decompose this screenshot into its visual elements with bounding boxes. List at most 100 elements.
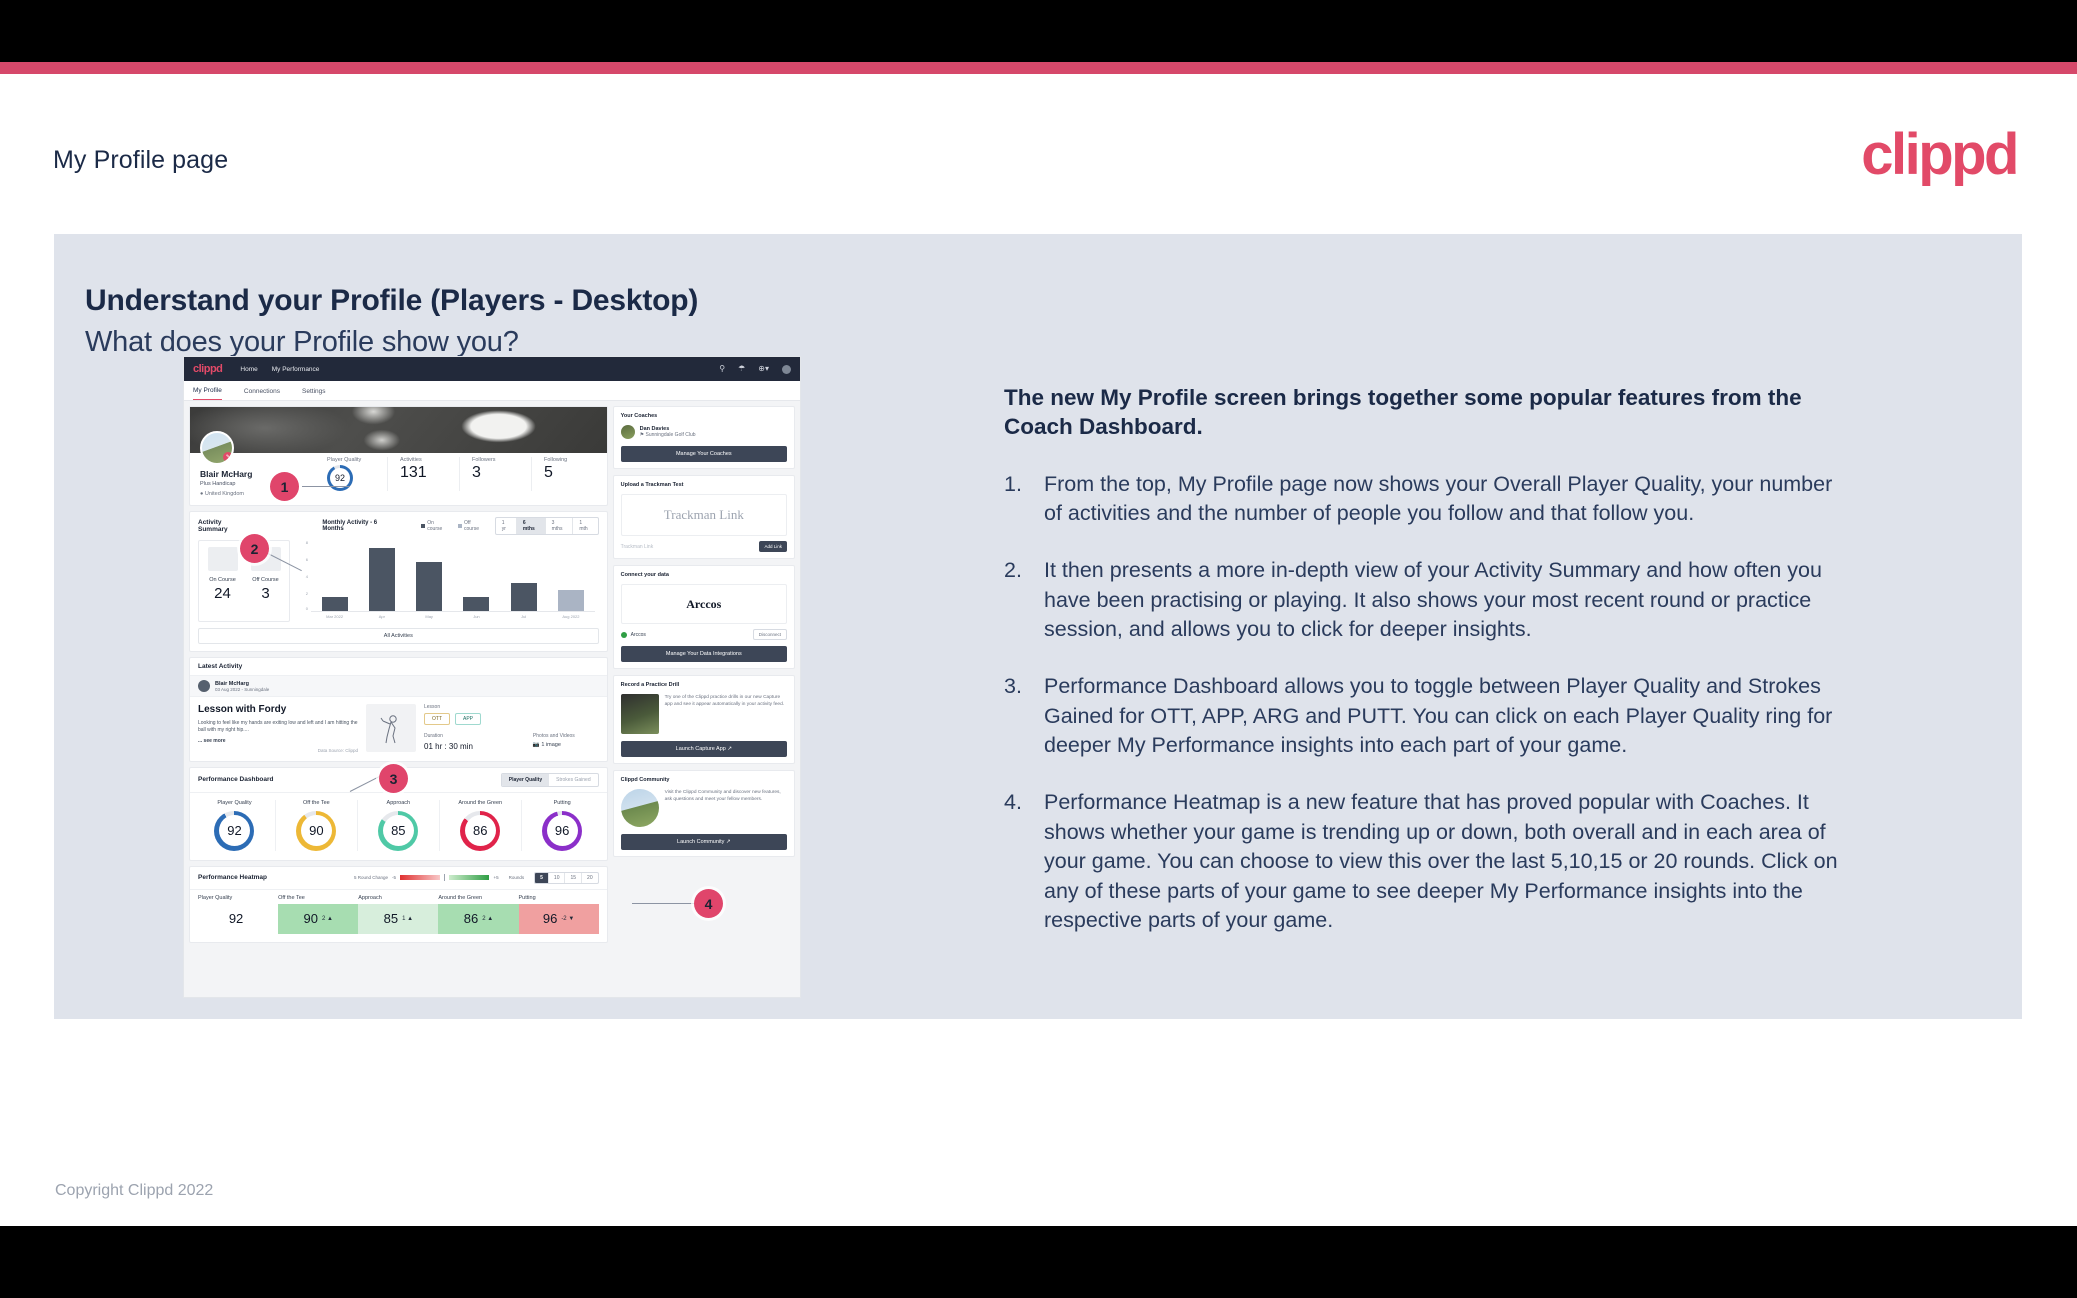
performance-rings: Player Quality 92 Off the Tee 90 Approac… bbox=[190, 793, 607, 860]
x-tick: Mar 2022 bbox=[326, 614, 344, 619]
ring-label: Off the Tee bbox=[303, 799, 330, 806]
activity-meta-row: Duration 01 hr : 30 min Photos and Video… bbox=[424, 733, 599, 751]
ring-label: Around the Green bbox=[458, 799, 503, 806]
ring-around-the-green[interactable]: Around the Green 86 bbox=[438, 799, 521, 851]
launch-capture-app-button[interactable]: Launch Capture App ↗ bbox=[620, 741, 787, 757]
community-icon[interactable]: ☂ bbox=[738, 365, 745, 373]
launch-community-button[interactable]: Launch Community ↗ bbox=[620, 834, 787, 850]
latest-activity-title: Latest Activity bbox=[190, 658, 607, 676]
avatar[interactable]: ✎ bbox=[200, 431, 234, 465]
heatmap-value: 92 bbox=[228, 911, 244, 926]
all-activities-button[interactable]: All Activities bbox=[198, 628, 599, 644]
page-header: My Profile page clippd bbox=[0, 108, 2077, 243]
coach-row[interactable]: Dan Davies ⚑ Sunningdale Golf Club bbox=[620, 425, 787, 439]
manage-coaches-button[interactable]: Manage Your Coaches bbox=[620, 446, 787, 462]
stat-activities[interactable]: Activities 131 bbox=[387, 457, 459, 491]
ring-putting[interactable]: Putting 96 bbox=[520, 799, 603, 851]
ring-label: Player Quality bbox=[217, 799, 252, 806]
user-avatar bbox=[198, 680, 210, 692]
callout-marker-4[interactable]: 4 bbox=[694, 889, 723, 918]
ring-label: Approach bbox=[386, 799, 411, 806]
bar-mar[interactable] bbox=[321, 597, 348, 611]
trackman-link-input[interactable]: Trackman Link bbox=[621, 544, 756, 550]
provider-name: Arccos bbox=[630, 631, 646, 638]
profile-location: ● United Kingdom bbox=[200, 491, 244, 497]
heatmap-cell-putting[interactable]: 96 -2 ▼ bbox=[518, 903, 599, 934]
nav-link-my-performance[interactable]: My Performance bbox=[272, 366, 320, 373]
edit-avatar-icon[interactable]: ✎ bbox=[223, 452, 232, 462]
heatmap-delta: -2 ▼ bbox=[561, 915, 575, 922]
list-number: 1. bbox=[1004, 471, 1022, 496]
ring-player-quality[interactable]: Player Quality 92 bbox=[194, 800, 275, 851]
legend-midpoint bbox=[443, 874, 446, 881]
rounds-10[interactable]: 10 bbox=[547, 872, 565, 883]
activity-tags: OTT APP bbox=[424, 713, 599, 725]
activity-summary-card: Activity Summary Monthly Activity - 6 Mo… bbox=[189, 511, 608, 652]
community-card: Clippd Community Visit the Clippd Commun… bbox=[612, 770, 795, 857]
add-icon[interactable]: ⊕▾ bbox=[758, 365, 769, 373]
rounds-5[interactable]: 5 bbox=[535, 872, 548, 883]
stat-label: Player Quality bbox=[327, 457, 362, 463]
stat-label: Activities bbox=[400, 457, 422, 463]
range-3mths[interactable]: 3 mths bbox=[544, 518, 573, 534]
latest-activity-body[interactable]: Lesson with Fordy Looking to feel like m… bbox=[190, 697, 607, 761]
bar-jul[interactable] bbox=[510, 583, 537, 611]
tab-settings[interactable]: Settings bbox=[302, 382, 326, 400]
media-block: Photos and Videos 📷 1 image bbox=[533, 733, 575, 751]
x-tick: Apr bbox=[378, 614, 385, 619]
stat-following[interactable]: Following 5 bbox=[531, 457, 603, 491]
ring-value: 85 bbox=[382, 815, 414, 846]
tag-app: APP bbox=[455, 713, 482, 725]
list-text: It then presents a more in-depth view of… bbox=[1044, 557, 1822, 642]
ring-approach[interactable]: Approach 85 bbox=[356, 799, 439, 851]
range-1mth[interactable]: 1 mth bbox=[572, 518, 597, 534]
top-black-bar bbox=[0, 0, 2077, 62]
leader-line-1 bbox=[302, 486, 350, 487]
profile-row: ✎ Blair McHarg Plus Handicap ● United Ki… bbox=[190, 431, 607, 505]
bar-may[interactable] bbox=[416, 562, 443, 611]
heatmap-label: Around the Green bbox=[438, 894, 483, 901]
add-link-button[interactable]: Add Link bbox=[759, 541, 787, 552]
activity-summary-title: Activity Summary bbox=[198, 519, 228, 533]
legend-gradient-positive bbox=[449, 875, 490, 880]
stat-label: Followers bbox=[472, 457, 496, 463]
leader-line-4 bbox=[632, 903, 702, 904]
range-1yr[interactable]: 1 yr bbox=[496, 518, 516, 534]
callout-marker-1[interactable]: 1 bbox=[270, 472, 299, 501]
avatar-icon[interactable] bbox=[782, 364, 791, 374]
list-item: 4. Performance Heatmap is a new feature … bbox=[1004, 788, 1844, 936]
bar-jun[interactable] bbox=[463, 597, 490, 611]
list-item: 1. From the top, My Profile page now sho… bbox=[1004, 470, 1844, 529]
profile-name: Blair McHarg bbox=[200, 469, 253, 479]
list-number: 3. bbox=[1004, 673, 1022, 698]
legend-gradient-negative bbox=[399, 875, 440, 880]
footer-copyright: Copyright Clippd 2022 bbox=[55, 1182, 214, 1199]
ring-off-the-tee[interactable]: Off the Tee 90 bbox=[274, 799, 357, 851]
toggle-strokes-gained[interactable]: Strokes Gained bbox=[549, 774, 597, 786]
coach-avatar bbox=[620, 425, 635, 439]
manage-integrations-button[interactable]: Manage Your Data Integrations bbox=[620, 646, 787, 662]
toggle-player-quality[interactable]: Player Quality bbox=[501, 773, 550, 786]
legend-on-course: On course bbox=[421, 520, 450, 532]
bar-aug[interactable] bbox=[557, 590, 584, 611]
heatmap-cell-off-the-tee[interactable]: 90 2 ▲ bbox=[278, 903, 359, 934]
rounds-15[interactable]: 15 bbox=[564, 872, 581, 883]
disconnect-button[interactable]: Disconnect bbox=[752, 629, 787, 640]
search-icon[interactable]: ⚲ bbox=[719, 365, 725, 373]
heatmap-cell-approach[interactable]: 85 1 ▲ bbox=[358, 903, 439, 934]
main-column: ✎ Blair McHarg Plus Handicap ● United Ki… bbox=[189, 406, 608, 993]
stat-followers[interactable]: Followers 3 bbox=[459, 457, 531, 491]
see-more-link[interactable]: ... see more bbox=[198, 738, 358, 744]
bar-apr[interactable] bbox=[368, 548, 395, 611]
range-6mths[interactable]: 6 mths bbox=[515, 518, 545, 534]
chart-legend: On course Off course bbox=[421, 520, 486, 532]
heatmap-cell-player-quality[interactable]: 92 bbox=[198, 903, 279, 934]
nav-link-home[interactable]: Home bbox=[240, 366, 257, 373]
tab-my-profile[interactable]: My Profile bbox=[193, 381, 222, 400]
tab-connections[interactable]: Connections bbox=[244, 382, 280, 400]
section-subheading: What does your Profile show you? bbox=[85, 326, 519, 358]
heatmap-cell-around-the-green[interactable]: 86 2 ▲ bbox=[438, 903, 519, 934]
callout-marker-3[interactable]: 3 bbox=[379, 764, 408, 793]
callout-marker-2[interactable]: 2 bbox=[240, 534, 269, 563]
rounds-20[interactable]: 20 bbox=[581, 872, 598, 883]
